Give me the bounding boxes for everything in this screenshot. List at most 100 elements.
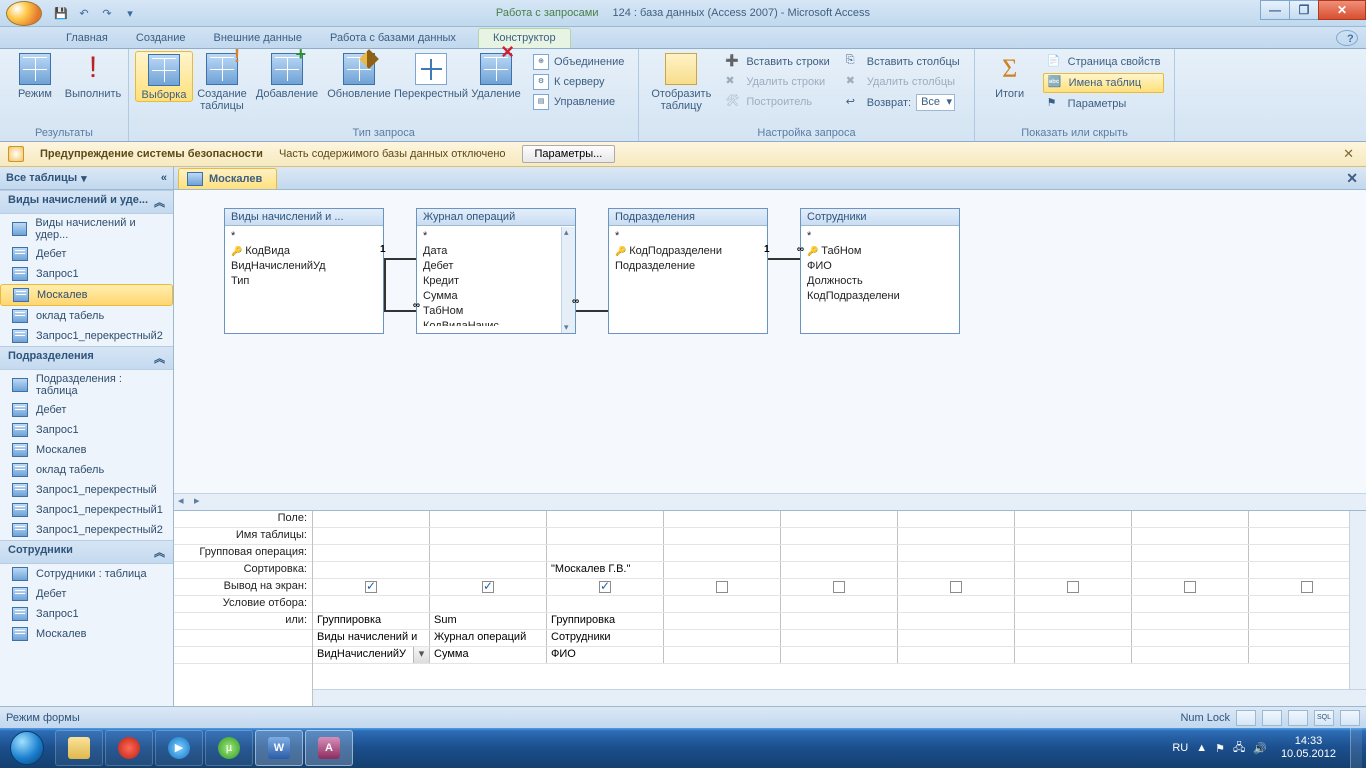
nav-item[interactable]: Москалев bbox=[0, 624, 173, 644]
nav-item[interactable]: Запрос1 bbox=[0, 264, 173, 284]
qat-save-icon[interactable]: 💾 bbox=[51, 3, 71, 23]
qbe-cell[interactable] bbox=[1132, 545, 1249, 561]
nav-item[interactable]: Дебет bbox=[0, 244, 173, 264]
totals-button[interactable]: Σ Итоги bbox=[981, 51, 1039, 100]
run-button[interactable]: ! Выполнить bbox=[64, 51, 122, 100]
qbe-cell[interactable]: Группировка bbox=[547, 613, 664, 629]
qbe-cell[interactable] bbox=[1015, 630, 1132, 646]
parameters-button[interactable]: ⚑Параметры bbox=[1043, 95, 1165, 113]
show-checkbox[interactable] bbox=[599, 581, 611, 593]
qat-redo-icon[interactable]: ↷ bbox=[97, 3, 117, 23]
nav-collapse-icon[interactable]: « bbox=[161, 172, 167, 184]
qbe-cell[interactable] bbox=[664, 545, 781, 561]
tray-volume-icon[interactable]: 🔊 bbox=[1253, 742, 1267, 755]
task-explorer[interactable] bbox=[55, 730, 103, 766]
return-combo[interactable]: Все bbox=[916, 94, 955, 111]
help-icon[interactable]: ? bbox=[1336, 30, 1358, 46]
qbe-cell[interactable] bbox=[313, 545, 430, 561]
task-media[interactable]: ▶ bbox=[155, 730, 203, 766]
field[interactable]: Подразделение bbox=[615, 259, 761, 274]
field[interactable]: КодПодразделени bbox=[615, 244, 761, 259]
qbe-cell[interactable] bbox=[664, 596, 781, 612]
show-checkbox[interactable] bbox=[716, 581, 728, 593]
qbe-cell[interactable] bbox=[664, 613, 781, 629]
field[interactable]: ФИО bbox=[807, 259, 953, 274]
task-access[interactable]: A bbox=[305, 730, 353, 766]
qbe-cell[interactable] bbox=[313, 528, 430, 544]
qbe-cell[interactable] bbox=[430, 511, 547, 527]
qbe-cell[interactable] bbox=[898, 545, 1015, 561]
nav-header[interactable]: Все таблицы▾ « bbox=[0, 167, 173, 190]
table-box-4[interactable]: Сотрудники * ТабНом ФИО Должность КодПод… bbox=[800, 208, 960, 334]
start-button[interactable] bbox=[0, 728, 54, 768]
qbe-cell[interactable] bbox=[1015, 579, 1132, 595]
task-utorrent[interactable]: µ bbox=[205, 730, 253, 766]
table-box-1[interactable]: Виды начислений и ... * КодВида ВидНачис… bbox=[224, 208, 384, 334]
qbe-v-scrollbar[interactable] bbox=[1349, 511, 1366, 689]
qbe-cell[interactable]: Sum bbox=[430, 613, 547, 629]
show-checkbox[interactable] bbox=[1067, 581, 1079, 593]
tab-dbtools[interactable]: Работа с базами данных bbox=[316, 29, 470, 48]
security-close-icon[interactable]: ✕ bbox=[1339, 146, 1358, 162]
append-button[interactable]: Добавление bbox=[251, 51, 323, 100]
qbe-cell[interactable] bbox=[781, 579, 898, 595]
qbe-cell[interactable] bbox=[1132, 579, 1249, 595]
qbe-cell[interactable] bbox=[1132, 630, 1249, 646]
nav-item[interactable]: Подразделения : таблица bbox=[0, 370, 173, 400]
nav-item[interactable]: оклад табель bbox=[0, 306, 173, 326]
tab-home[interactable]: Главная bbox=[52, 29, 122, 48]
qbe-cell[interactable] bbox=[664, 630, 781, 646]
document-close-icon[interactable]: ✕ bbox=[1338, 170, 1366, 187]
qbe-cell[interactable] bbox=[898, 596, 1015, 612]
nav-item[interactable]: Москалев bbox=[0, 440, 173, 460]
qbe-cell[interactable] bbox=[547, 511, 664, 527]
qbe-cell[interactable] bbox=[1015, 647, 1132, 663]
qbe-cell[interactable] bbox=[898, 562, 1015, 578]
qbe-cell[interactable] bbox=[781, 528, 898, 544]
tray-network-icon[interactable]: 🖧 bbox=[1233, 739, 1245, 758]
qbe-cell[interactable] bbox=[1015, 596, 1132, 612]
qbe-cell[interactable] bbox=[1132, 511, 1249, 527]
office-button[interactable] bbox=[6, 1, 42, 26]
task-opera[interactable] bbox=[105, 730, 153, 766]
nav-item[interactable]: Сотрудники : таблица bbox=[0, 564, 173, 584]
qbe-cell[interactable] bbox=[1132, 613, 1249, 629]
table-names-button[interactable]: 🔤Имена таблиц bbox=[1043, 73, 1165, 93]
qbe-cell[interactable] bbox=[430, 562, 547, 578]
qbe-cell[interactable] bbox=[781, 562, 898, 578]
qbe-cell[interactable]: ФИО bbox=[547, 647, 664, 663]
qbe-cell[interactable] bbox=[313, 511, 430, 527]
field[interactable]: КодВидаНачис bbox=[423, 319, 569, 326]
builder-button[interactable]: 🛠Построитель bbox=[721, 93, 833, 111]
relationship-line[interactable]: 1 ∞ bbox=[768, 258, 800, 260]
minimize-button[interactable]: — bbox=[1260, 0, 1290, 20]
nav-item[interactable]: Дебет bbox=[0, 584, 173, 604]
qbe-cell[interactable] bbox=[547, 579, 664, 595]
qbe-cell[interactable] bbox=[898, 630, 1015, 646]
qbe-cell[interactable] bbox=[1015, 562, 1132, 578]
qbe-cell[interactable] bbox=[313, 579, 430, 595]
nav-item[interactable]: Запрос1 bbox=[0, 420, 173, 440]
qbe-cell[interactable] bbox=[898, 613, 1015, 629]
qbe-cell[interactable] bbox=[547, 528, 664, 544]
field[interactable]: ТабНом bbox=[423, 304, 569, 319]
nav-group-1[interactable]: Виды начислений и уде...︽ bbox=[0, 190, 173, 214]
view-sql-icon[interactable]: SQL bbox=[1314, 710, 1334, 726]
union-button[interactable]: ⊕Объединение bbox=[529, 53, 628, 71]
view-pivot-icon[interactable] bbox=[1262, 710, 1282, 726]
insert-rows-button[interactable]: ➕Вставить строки bbox=[721, 53, 833, 71]
field[interactable]: Дебет bbox=[423, 259, 569, 274]
qbe-cell[interactable] bbox=[430, 545, 547, 561]
qbe-cell[interactable] bbox=[781, 613, 898, 629]
show-checkbox[interactable] bbox=[482, 581, 494, 593]
qbe-cell[interactable] bbox=[664, 511, 781, 527]
qbe-cell[interactable] bbox=[1132, 647, 1249, 663]
field[interactable]: Сумма bbox=[423, 289, 569, 304]
qbe-cell[interactable] bbox=[898, 511, 1015, 527]
field[interactable]: Дата bbox=[423, 244, 569, 259]
field[interactable]: ТабНом bbox=[807, 244, 953, 259]
show-checkbox[interactable] bbox=[1301, 581, 1313, 593]
tray-flag-icon[interactable]: ▲ bbox=[1196, 742, 1207, 754]
qbe-cell[interactable]: Виды начислений и bbox=[313, 630, 430, 646]
qbe-cell[interactable]: Сотрудники bbox=[547, 630, 664, 646]
